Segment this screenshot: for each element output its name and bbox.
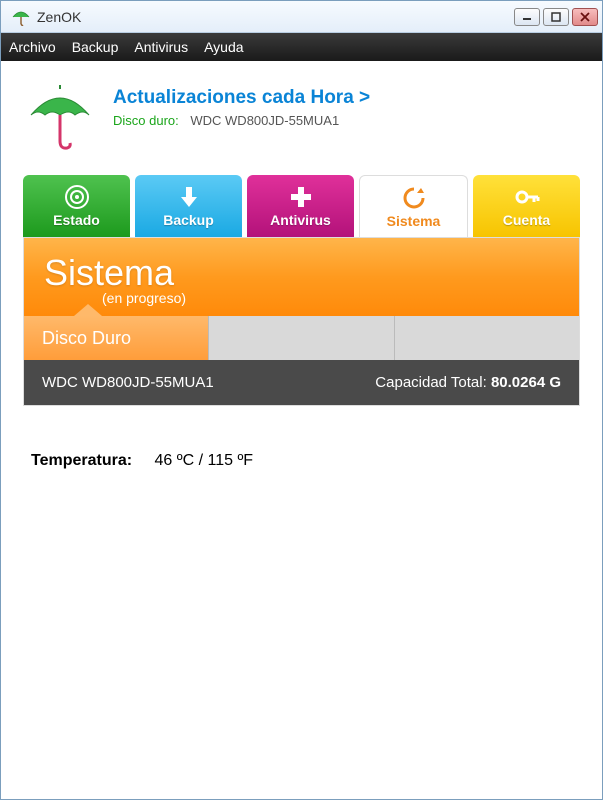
subtabs: Disco Duro: [24, 316, 579, 360]
capacity-label: Capacidad Total:: [375, 374, 486, 391]
app-window: ZenOK Archivo Backup Antivirus Ayuda Act…: [0, 0, 603, 800]
app-icon: [11, 7, 31, 27]
header-subtitle: Disco duro: WDC WD800JD-55MUA1: [113, 113, 370, 128]
subtab-disco-duro[interactable]: Disco Duro: [24, 316, 209, 360]
tab-antivirus[interactable]: Antivirus: [247, 175, 354, 237]
header-text: Actualizaciones cada Hora > Disco duro: …: [113, 81, 370, 128]
pointer-icon: [74, 304, 102, 316]
tab-label: Estado: [53, 212, 100, 228]
tab-label: Sistema: [387, 213, 441, 229]
temperature-row: Temperatura: 46 ºC / 115 ºF: [1, 406, 602, 516]
window-title: ZenOK: [37, 9, 514, 25]
window-controls: [514, 8, 598, 26]
menu-archivo[interactable]: Archivo: [9, 39, 56, 55]
disk-capacity: Capacidad Total: 80.0264 G: [375, 374, 561, 391]
close-button[interactable]: [572, 8, 598, 26]
temperature-label: Temperatura:: [31, 452, 132, 469]
subtab-empty-2[interactable]: [395, 316, 579, 360]
updates-link[interactable]: Actualizaciones cada Hora >: [113, 87, 370, 109]
disk-model: WDC WD800JD-55MUA1: [42, 374, 214, 391]
minimize-button[interactable]: [514, 8, 540, 26]
capacity-value: 80.0264 G: [491, 374, 561, 391]
subtab-label: Disco Duro: [42, 328, 131, 349]
disk-value: WDC WD800JD-55MUA1: [190, 113, 339, 128]
tab-cuenta[interactable]: Cuenta: [473, 175, 580, 237]
plus-icon: [288, 184, 314, 210]
panel-subtitle: (en progreso): [102, 290, 559, 306]
main-tabs: Estado Backup Antivirus Sistema Cuenta: [1, 175, 602, 237]
refresh-icon: [401, 185, 427, 211]
umbrella-icon: [25, 81, 95, 151]
target-icon: [64, 184, 90, 210]
menubar: Archivo Backup Antivirus Ayuda: [1, 33, 602, 61]
sistema-panel: Sistema (en progreso) Disco Duro WDC WD8…: [23, 237, 580, 406]
temperature-value: 46 ºC / 115 ºF: [155, 452, 254, 469]
tab-backup[interactable]: Backup: [135, 175, 242, 237]
download-icon: [176, 184, 202, 210]
disk-infobar: WDC WD800JD-55MUA1 Capacidad Total: 80.0…: [24, 360, 579, 405]
tab-estado[interactable]: Estado: [23, 175, 130, 237]
menu-antivirus[interactable]: Antivirus: [134, 39, 188, 55]
tab-sistema[interactable]: Sistema: [359, 175, 468, 237]
tab-label: Antivirus: [270, 212, 331, 228]
disk-label: Disco duro:: [113, 113, 179, 128]
tab-label: Backup: [163, 212, 214, 228]
maximize-button[interactable]: [543, 8, 569, 26]
titlebar: ZenOK: [1, 1, 602, 33]
panel-title: Sistema: [44, 252, 559, 294]
panel-header: Sistema (en progreso): [24, 238, 579, 316]
menu-backup[interactable]: Backup: [72, 39, 119, 55]
subtab-empty-1[interactable]: [209, 316, 394, 360]
menu-ayuda[interactable]: Ayuda: [204, 39, 243, 55]
key-icon: [514, 184, 540, 210]
tab-label: Cuenta: [503, 212, 550, 228]
header: Actualizaciones cada Hora > Disco duro: …: [1, 61, 602, 167]
